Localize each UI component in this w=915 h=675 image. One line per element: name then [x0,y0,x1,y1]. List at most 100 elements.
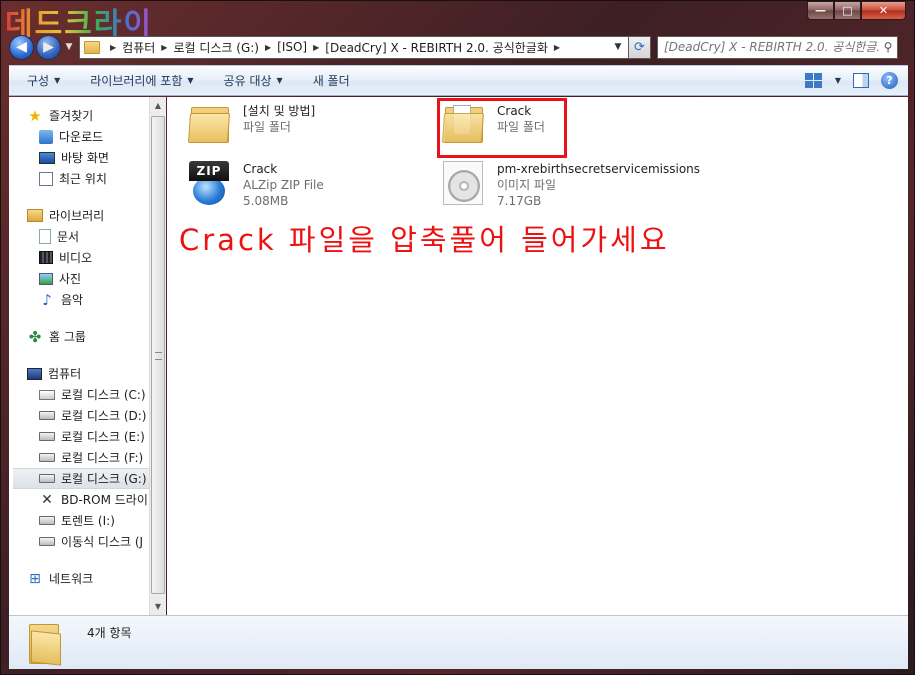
library-icon [27,209,43,222]
breadcrumb-current-folder[interactable]: [DeadCry] X - REBIRTH 2.0. 공식한글화 [325,39,548,56]
picture-icon [39,272,53,285]
network-icon: ⊞ [29,570,41,587]
sidebar-item-label: 최근 위치 [59,172,107,186]
hard-drive-icon [39,474,55,483]
chevron-right-icon[interactable]: ▶ [548,43,566,52]
recent-pages-dropdown[interactable]: ▼ [63,42,75,52]
hard-drive-icon [39,516,55,525]
sidebar-item-drive-f[interactable]: 로컬 디스크 (F:) [9,447,149,468]
view-dropdown-icon[interactable]: ▼ [835,76,841,85]
explorer-window: 데드크라이 — □ ✕ ◀ ▶ ▼ ▶ 컴퓨터 ▶ 로컬 디스크 (G:) ▶ … [0,0,915,675]
view-controls: ▼ ? [804,72,898,89]
sidebar-item-music[interactable]: ♪ 음악 [9,289,149,310]
breadcrumb-computer[interactable]: 컴퓨터 [122,39,155,56]
include-library-label: 라이브러리에 포함 [90,74,183,88]
sidebar-group-libraries[interactable]: 라이브러리 [9,205,149,226]
sidebar-item-drive-d[interactable]: 로컬 디스크 (D:) [9,405,149,426]
refresh-button[interactable]: ⟳ [629,35,651,59]
minimize-button[interactable]: — [807,1,834,20]
file-item-disc-image[interactable]: pm-xrebirthsecretservicemissions 이미지 파일 … [439,159,700,209]
sidebar-group-label: 즐겨찾기 [49,109,94,123]
change-view-icon[interactable] [804,72,823,89]
removable-disk-icon [39,537,55,546]
sidebar-item-label: 로컬 디스크 (F:) [61,451,144,465]
navigation-bar: ◀ ▶ ▼ ▶ 컴퓨터 ▶ 로컬 디스크 (G:) ▶ [ISO] ▶ [Dea… [9,34,908,60]
file-item-setup-folder[interactable]: [설치 및 방법] 파일 폴더 [185,101,315,149]
scroll-up-icon[interactable]: ▲ [150,97,166,114]
sidebar-group-label: 홈 그룹 [49,330,86,344]
sidebar-item-downloads[interactable]: 다운로드 [9,126,149,147]
window-controls: — □ ✕ [807,1,906,20]
search-box[interactable]: ⚲ [657,35,898,59]
help-icon[interactable]: ? [881,72,898,89]
sidebar-item-label: 로컬 디스크 (C:) [61,388,146,402]
file-item-crack-zip[interactable]: ZIP Crack ALZip ZIP File 5.08MB [185,159,324,209]
sidebar-group-homegroup[interactable]: ✤ 홈 그룹 [9,326,149,347]
sidebar-group-favorites[interactable]: ★ 즐겨찾기 [9,105,149,126]
folder-icon [29,624,65,666]
chevron-right-icon[interactable]: ▶ [155,43,173,52]
sidebar-item-pictures[interactable]: 사진 [9,268,149,289]
sidebar-item-drive-g[interactable]: 로컬 디스크 (G:) [13,468,149,489]
grip-icon [155,352,162,360]
sidebar-group-computer[interactable]: 컴퓨터 [9,363,149,384]
chevron-right-icon[interactable]: ▶ [259,43,277,52]
sidebar-item-torrent-i[interactable]: 토렌트 (I:) [9,510,149,531]
music-note-icon: ♪ [42,290,52,309]
hard-drive-icon [39,432,55,441]
include-library-menu[interactable]: 라이브러리에 포함 ▼ [90,72,193,89]
file-name: pm-xrebirthsecretservicemissions [497,162,701,176]
maximize-button[interactable]: □ [834,1,861,20]
breadcrumb-iso[interactable]: [ISO] [277,40,307,54]
sidebar-item-label: 로컬 디스크 (G:) [61,472,147,486]
sidebar-item-documents[interactable]: 문서 [9,226,149,247]
sidebar-item-label: 문서 [57,230,80,244]
downloads-icon [39,129,53,144]
address-bar[interactable]: ▶ 컴퓨터 ▶ 로컬 디스크 (G:) ▶ [ISO] ▶ [DeadCry] … [79,35,629,59]
share-menu[interactable]: 공유 대상 ▼ [224,72,283,89]
caret-down-icon: ▼ [276,76,283,85]
computer-section: 컴퓨터 로컬 디스크 (C:) 로컬 디스크 (D:) 로컬 디스크 (E:) … [9,363,149,552]
navigation-scrollbar[interactable]: ▲ ▼ [149,97,166,615]
search-input[interactable] [658,40,879,54]
sidebar-item-label: 다운로드 [59,130,104,144]
zip-icon: ZIP [185,159,233,207]
scroll-thumb[interactable] [151,116,165,594]
sidebar-item-removable-j[interactable]: 이동식 디스크 (J [9,531,149,552]
file-list-pane: [설치 및 방법] 파일 폴더 Crack 파일 폴더 ZIP Crack AL… [167,97,908,615]
sidebar-item-bd-rom[interactable]: ✕ BD-ROM 드라이 [9,489,149,510]
document-icon [39,229,51,244]
sidebar-item-desktop[interactable]: 바탕 화면 [9,147,149,168]
breadcrumb-drive-g[interactable]: 로컬 디스크 (G:) [173,39,259,56]
sidebar-item-drive-e[interactable]: 로컬 디스크 (E:) [9,426,149,447]
sidebar-item-label: 토렌트 (I:) [61,514,115,528]
close-button[interactable]: ✕ [861,1,906,20]
sidebar-group-label: 컴퓨터 [48,367,82,381]
sidebar-item-drive-c[interactable]: 로컬 디스크 (C:) [9,384,149,405]
new-folder-button[interactable]: 새 폴더 [313,72,350,89]
chevron-right-icon[interactable]: ▶ [307,43,325,52]
arrow-left-icon: ◀ [16,39,27,55]
video-icon [39,251,53,264]
organize-label: 구성 [27,74,50,88]
organize-menu[interactable]: 구성 ▼ [27,72,60,89]
preview-pane-icon[interactable] [853,73,869,88]
file-size: 5.08MB [243,194,289,208]
chevron-right-icon[interactable]: ▶ [104,43,122,52]
sidebar-group-network[interactable]: ⊞ 네트워크 [9,568,149,589]
disc-image-icon [439,159,487,207]
address-dropdown-icon[interactable]: ▼ [608,37,628,58]
sidebar-item-recent-places[interactable]: 최근 위치 [9,168,149,189]
item-count: 4개 항목 [87,626,132,640]
homegroup-icon: ✤ [28,327,42,346]
caret-down-icon: ▼ [54,76,61,85]
forward-button[interactable]: ▶ [36,34,61,60]
back-button[interactable]: ◀ [9,34,34,60]
homegroup-section: ✤ 홈 그룹 [9,326,149,347]
sidebar-item-videos[interactable]: 비디오 [9,247,149,268]
share-label: 공유 대상 [223,74,272,88]
scroll-down-icon[interactable]: ▼ [150,598,166,615]
instruction-annotation: Crack 파일을 압축풀어 들어가세요 [179,223,670,257]
search-icon[interactable]: ⚲ [879,40,897,54]
file-name: Crack [243,162,278,176]
